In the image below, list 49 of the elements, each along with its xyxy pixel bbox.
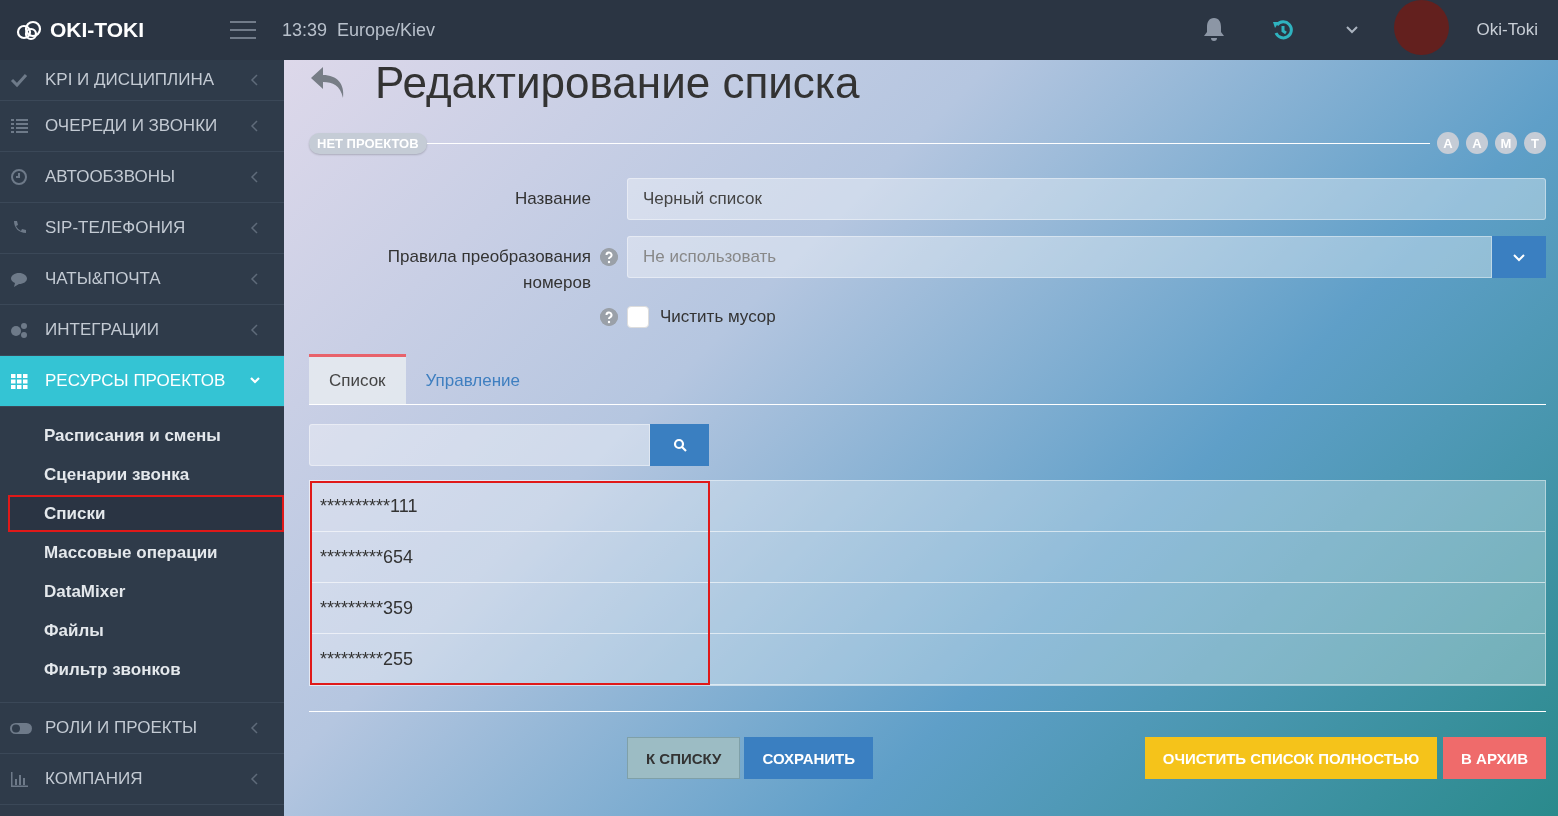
history-icon[interactable] xyxy=(1271,19,1294,41)
field-label: Правила преобразования номеров xyxy=(386,246,591,294)
submenu-item[interactable]: DataMixer xyxy=(8,573,284,610)
list-row: *********654 xyxy=(310,532,1545,583)
sidebar-item[interactable]: РОЛИ И ПРОЕКТЫ xyxy=(0,703,284,754)
chevron-icon xyxy=(250,222,260,234)
list-row: *********255 xyxy=(310,634,1545,685)
select-field[interactable]: Не использовать xyxy=(627,236,1492,278)
name-field[interactable]: Черный список xyxy=(627,178,1546,220)
help-icon[interactable] xyxy=(600,308,618,326)
submenu-item[interactable]: Сценарии звонка xyxy=(8,456,284,493)
chevron-icon xyxy=(250,273,260,285)
cloud-icon xyxy=(14,19,44,41)
submenu-item[interactable]: Фильтр звонков xyxy=(8,651,284,688)
dropdown-icon[interactable] xyxy=(1345,26,1358,34)
search-button[interactable] xyxy=(650,424,709,466)
submenu-item[interactable]: Расписания и смены xyxy=(8,417,284,454)
chevron-icon xyxy=(250,722,260,734)
checkbox-label[interactable]: Чистить мусор xyxy=(660,307,776,327)
action-button[interactable]: К СПИСКУ xyxy=(627,737,741,779)
project-tag: НЕТ ПРОЕКТОВ xyxy=(309,132,427,154)
sidebar-item[interactable]: KPI И ДИСЦИПЛИНА xyxy=(0,60,284,101)
page-title: Редактирование списка xyxy=(375,58,860,108)
chevron-icon xyxy=(250,171,260,183)
clock-time: 13:39 xyxy=(282,19,328,41)
submenu-item[interactable]: Списки xyxy=(8,495,284,532)
checkbox[interactable] xyxy=(627,306,649,328)
chevron-icon xyxy=(250,773,260,785)
list-row: **********111 xyxy=(310,481,1545,532)
timezone: Europe/Kiev xyxy=(337,19,436,41)
user-name[interactable]: Oki-Toki xyxy=(1476,20,1538,40)
chevron-icon xyxy=(250,74,260,86)
bell-icon[interactable] xyxy=(1201,17,1226,43)
chevron-icon xyxy=(250,120,260,132)
logo[interactable]: OKI-TOKI xyxy=(0,18,230,42)
chevron-icon xyxy=(250,324,260,336)
tab[interactable]: Список xyxy=(309,354,406,404)
search-icon xyxy=(672,438,687,452)
sidebar-item[interactable]: ЧАТЫ&ПОЧТА xyxy=(0,254,284,305)
action-button[interactable]: СОХРАНИТЬ xyxy=(744,737,874,779)
help-icon[interactable] xyxy=(600,248,618,266)
submenu-item[interactable]: Файлы xyxy=(8,612,284,649)
field-label: Название xyxy=(514,188,591,210)
logo-text: OKI-TOKI xyxy=(50,18,145,42)
chevron-icon xyxy=(1513,253,1525,262)
menu-icon[interactable] xyxy=(230,21,256,39)
list-row: *********359 xyxy=(310,583,1545,634)
submenu-item[interactable]: Массовые операции xyxy=(8,534,284,571)
search-field[interactable] xyxy=(309,424,650,466)
